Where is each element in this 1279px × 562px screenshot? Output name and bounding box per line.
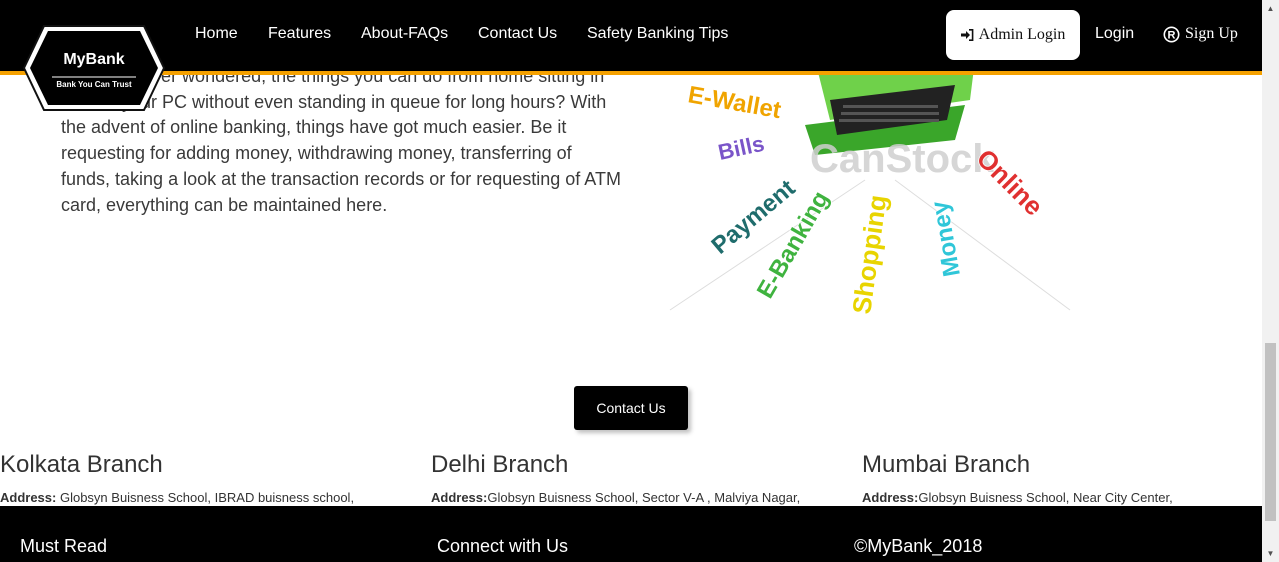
branch-name: Mumbai Branch (862, 451, 1031, 478)
mybank-logo[interactable]: MyBank Bank You Can Trust (22, 24, 166, 112)
footer-must-read[interactable]: Must Read (20, 536, 107, 557)
navbar: Home Features About-FAQs Contact Us Safe… (0, 0, 1262, 75)
admin-login-label: Admin Login (978, 26, 1066, 43)
logo-tagline: Bank You Can Trust (56, 80, 132, 89)
scroll-up-arrow-icon[interactable]: ▲ (1262, 0, 1279, 17)
scroll-thumb[interactable] (1265, 343, 1276, 521)
footer-copyright: ©MyBank_2018 (854, 536, 983, 556)
nav-login[interactable]: Login (1095, 25, 1134, 43)
registered-icon: R (1163, 26, 1180, 42)
nav-about-faqs[interactable]: About-FAQs (361, 25, 448, 43)
branch-name: Kolkata Branch (0, 451, 163, 478)
watermark-text: CanStock (810, 137, 995, 181)
word-e-wallet: E-Wallet (686, 81, 783, 124)
branch-address: Address:Globsyn Buisness School, Sector … (431, 490, 801, 505)
online-banking-illustration: CanStock E-Wallet Bills Payment E-Bankin… (669, 60, 1071, 317)
svg-text:R: R (1168, 29, 1176, 41)
vertical-scrollbar[interactable]: ▲ ▼ (1262, 0, 1279, 562)
branch-delhi: Delhi Branch Address:Globsyn Buisness Sc… (431, 451, 851, 505)
nav-contact-us[interactable]: Contact Us (478, 25, 557, 43)
admin-login-button[interactable]: Admin Login (946, 10, 1080, 60)
word-bills: Bills (716, 131, 767, 165)
scroll-down-arrow-icon[interactable]: ▼ (1262, 545, 1279, 562)
nav-sign-up[interactable]: R Sign Up (1163, 25, 1238, 43)
branch-kolkata: Kolkata Branch Address: Globsyn Buisness… (0, 451, 420, 505)
logo-title: MyBank (63, 51, 125, 68)
branch-mumbai: Mumbai Branch Address:Globsyn Buisness S… (862, 451, 1262, 505)
footer-connect[interactable]: Connect with Us (437, 536, 568, 557)
sign-up-label: Sign Up (1185, 25, 1238, 42)
branch-address: Address: Globsyn Buisness School, IBRAD … (0, 490, 355, 505)
page-content: Have you ever wondered, the things you c… (0, 0, 1262, 562)
word-online: Online (971, 143, 1049, 221)
sign-in-icon (960, 29, 974, 41)
nav-home[interactable]: Home (195, 25, 238, 43)
nav-features[interactable]: Features (268, 25, 331, 43)
word-money: Money (926, 198, 966, 278)
word-shopping: Shopping (846, 193, 892, 316)
nav-safety-tips[interactable]: Safety Banking Tips (587, 25, 728, 43)
branch-name: Delhi Branch (431, 451, 569, 478)
footer: Must Read Connect with Us ©MyBank_2018 (0, 506, 1262, 562)
branch-address: Address:Globsyn Buisness School, Near Ci… (862, 490, 1173, 505)
contact-us-button[interactable]: Contact Us (574, 386, 688, 430)
